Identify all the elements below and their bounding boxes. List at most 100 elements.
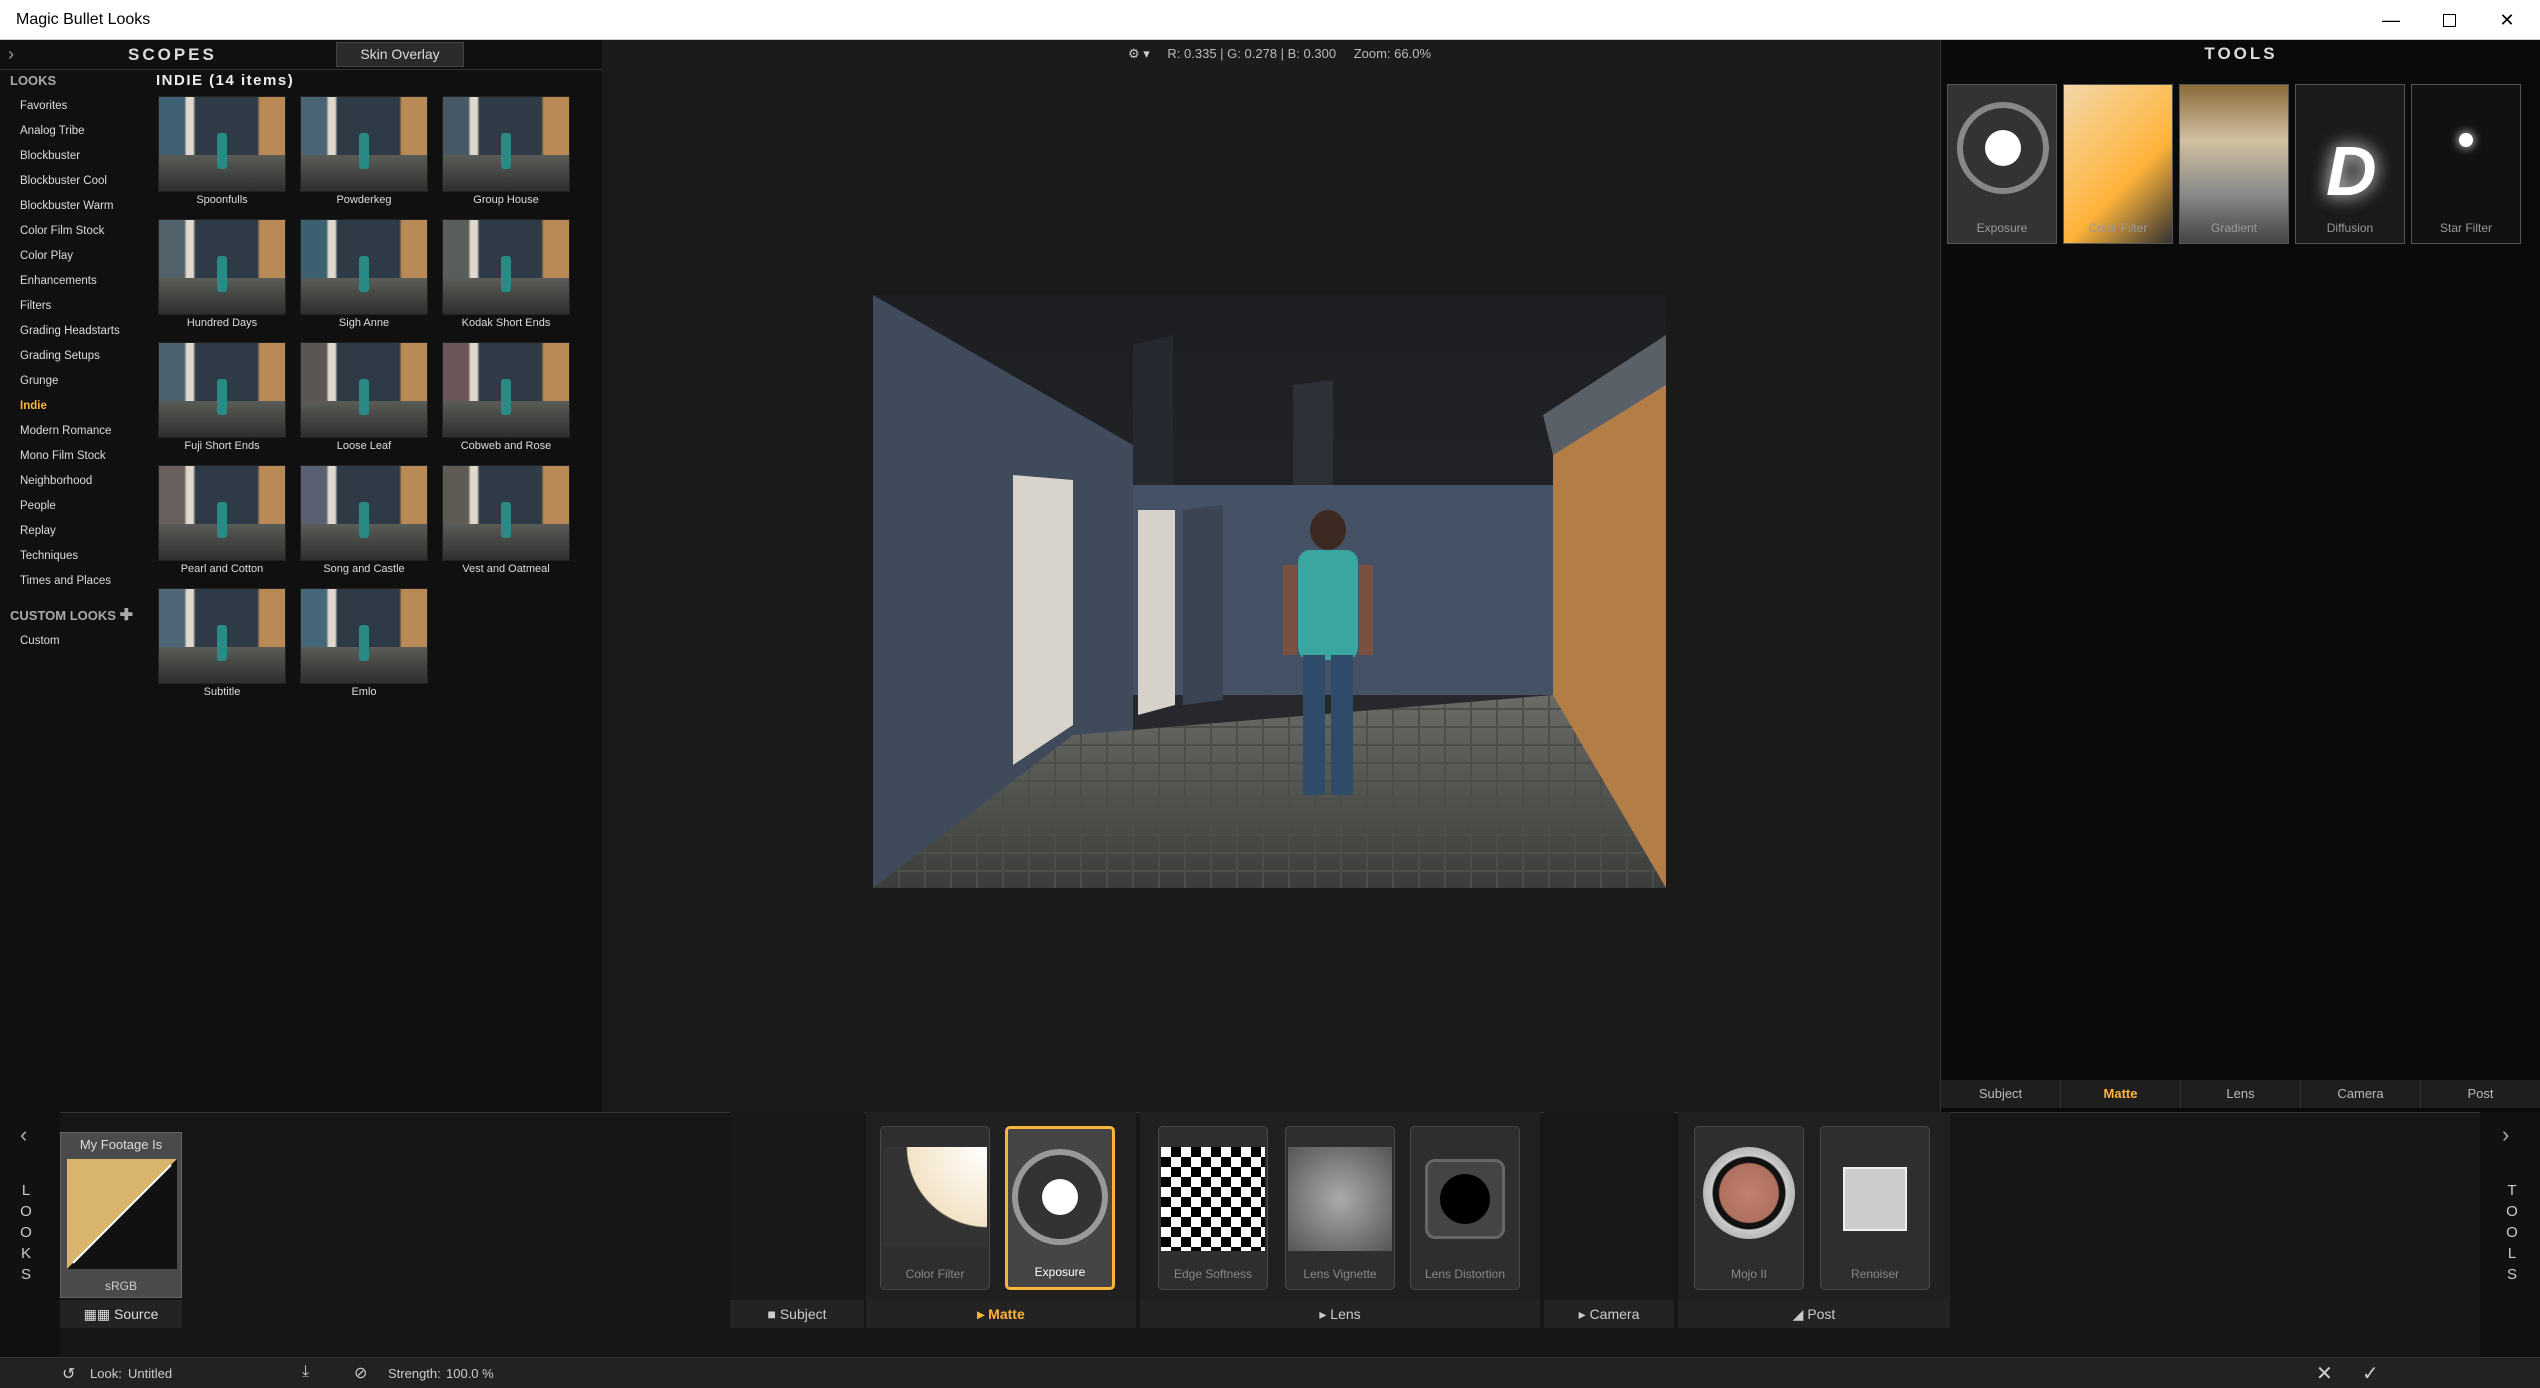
group-lens[interactable]: ▸ Lens [1140, 1300, 1540, 1328]
source-node[interactable]: My Footage Is sRGB [60, 1132, 182, 1298]
custom-looks-label: CUSTOM LOOKS [10, 608, 116, 623]
scopes-label[interactable]: SCOPES [128, 45, 217, 65]
minimize-button[interactable]: — [2362, 0, 2420, 40]
tools-sidebar[interactable]: › TOOLS [2480, 1112, 2540, 1357]
node-lens-distortion[interactable]: Lens Distortion [1410, 1126, 1520, 1290]
node-exposure[interactable]: Exposure [1005, 1126, 1115, 1290]
expand-scopes-icon[interactable]: › [8, 44, 14, 65]
tool-color-filter[interactable]: Color Filter [2063, 84, 2173, 244]
cancel-icon[interactable]: ✕ [2316, 1361, 2333, 1386]
category-item[interactable]: Replay [20, 525, 56, 537]
look-preview [442, 342, 570, 438]
category-item[interactable]: Times and Places [20, 575, 111, 587]
add-icon[interactable]: ✚ [120, 607, 133, 624]
tool-star-filter-label: Star Filter [2439, 221, 2492, 235]
look-thumbnail[interactable]: Pearl and Cotton [156, 439, 288, 575]
custom-looks-header[interactable]: CUSTOM LOOKS ✚ [10, 605, 133, 625]
category-item[interactable]: Color Play [20, 250, 73, 262]
group-post[interactable]: ◢ Post [1678, 1300, 1950, 1328]
look-preview [300, 588, 428, 684]
look-preview [300, 342, 428, 438]
tool-exposure[interactable]: Exposure [1947, 84, 2057, 244]
category-custom[interactable]: Custom [20, 635, 60, 647]
source-label: Source [114, 1306, 159, 1322]
category-item[interactable]: Favorites [20, 100, 67, 112]
mojo-icon [1703, 1147, 1795, 1239]
group-camera[interactable]: ▸ Camera [1544, 1300, 1674, 1328]
category-item[interactable]: Neighborhood [20, 475, 92, 487]
category-item[interactable]: Indie [20, 400, 47, 412]
gear-icon[interactable]: ⚙ ▾ [1128, 46, 1150, 62]
tab-subject[interactable]: Subject [1941, 1080, 2061, 1108]
look-thumbnail[interactable]: Group House [440, 70, 572, 206]
source-button[interactable]: ▦▦ Source [60, 1300, 182, 1328]
look-thumbnail[interactable]: Cobweb and Rose [440, 316, 572, 452]
look-thumbnail[interactable]: Loose Leaf [298, 316, 430, 452]
category-item[interactable]: Grunge [20, 375, 58, 387]
look-thumbnail[interactable]: Sigh Anne [298, 193, 430, 329]
source-title: My Footage Is [79, 1137, 163, 1152]
pixel-readout: ⚙ ▾ R: 0.335 | G: 0.278 | B: 0.300 Zoom:… [1128, 46, 1431, 62]
maximize-button[interactable] [2420, 0, 2478, 40]
tools-vertical-label: TOOLS [2506, 1182, 2518, 1283]
category-item[interactable]: Grading Headstarts [20, 325, 120, 337]
look-name[interactable]: Untitled [128, 1366, 172, 1381]
look-preview [158, 588, 286, 684]
category-item[interactable]: Techniques [20, 550, 78, 562]
look-thumbnail[interactable]: Subtitle [156, 562, 288, 698]
look-preview [442, 219, 570, 315]
category-item[interactable]: Grading Setups [20, 350, 100, 362]
category-item[interactable]: People [20, 500, 56, 512]
look-thumbnail[interactable]: Hundred Days [156, 193, 288, 329]
look-thumbnail[interactable]: Vest and Oatmeal [440, 439, 572, 575]
group-subject[interactable]: ■ Subject [730, 1300, 864, 1328]
node-mojo[interactable]: Mojo II [1694, 1126, 1804, 1290]
category-item[interactable]: Blockbuster Warm [20, 200, 114, 212]
chevron-left-icon[interactable]: ‹ [20, 1122, 27, 1148]
close-button[interactable]: ✕ [2478, 0, 2536, 40]
save-icon[interactable]: ⤓ [302, 1363, 309, 1381]
tool-diffusion[interactable]: D Diffusion [2295, 84, 2405, 244]
aperture-icon [1012, 1149, 1108, 1245]
status-bar: ↺ Look: Untitled ⤓ ⊘ Strength: 100.0 % ✕… [0, 1357, 2540, 1388]
tab-matte[interactable]: Matte [2061, 1080, 2181, 1108]
reset-icon[interactable]: ↺ [62, 1364, 75, 1384]
node-color-filter[interactable]: Color Filter [880, 1126, 990, 1290]
looks-sidebar[interactable]: ‹ LOOKS [0, 1112, 60, 1357]
category-item[interactable]: Color Film Stock [20, 225, 104, 237]
apply-icon[interactable]: ✓ [2362, 1361, 2379, 1386]
tool-star-filter[interactable]: Star Filter [2411, 84, 2521, 244]
category-item[interactable]: Blockbuster Cool [20, 175, 107, 187]
node-edge-softness[interactable]: Edge Softness [1158, 1126, 1268, 1290]
look-thumbnail[interactable]: Song and Castle [298, 439, 430, 575]
look-thumbnail[interactable]: Powderkeg [298, 70, 430, 206]
category-item[interactable]: Blockbuster [20, 150, 80, 162]
category-item[interactable]: Enhancements [20, 275, 97, 287]
camera-icon: ▸ [1578, 1306, 1590, 1322]
tool-gradient[interactable]: Gradient [2179, 84, 2289, 244]
category-item[interactable]: Analog Tribe [20, 125, 85, 137]
tab-camera[interactable]: Camera [2301, 1080, 2421, 1108]
look-name: Subtitle [203, 686, 241, 698]
looks-vertical-label: LOOKS [20, 1182, 32, 1283]
category-item[interactable]: Mono Film Stock [20, 450, 106, 462]
skin-overlay-button[interactable]: Skin Overlay [336, 42, 464, 67]
look-thumbnail[interactable]: Fuji Short Ends [156, 316, 288, 452]
node-renoiser[interactable]: Renoiser [1820, 1126, 1930, 1290]
category-item[interactable]: Filters [20, 300, 51, 312]
strength-value[interactable]: 100.0 % [446, 1366, 494, 1381]
tab-post[interactable]: Post [2421, 1080, 2540, 1108]
group-subject-label: Subject [779, 1306, 827, 1322]
app-window: Magic Bullet Looks — ✕ › SCOPES Skin Ove… [0, 0, 2540, 1388]
close-icon: ✕ [2499, 9, 2515, 30]
look-thumbnail[interactable]: Kodak Short Ends [440, 193, 572, 329]
look-name: Emlo [351, 686, 377, 698]
category-item[interactable]: Modern Romance [20, 425, 111, 437]
tab-lens[interactable]: Lens [2181, 1080, 2301, 1108]
look-thumbnail[interactable]: Emlo [298, 562, 430, 698]
looks-header: LOOKS [10, 73, 57, 88]
node-lens-vignette[interactable]: Lens Vignette [1285, 1126, 1395, 1290]
group-matte[interactable]: ▸ Matte [866, 1300, 1136, 1328]
chevron-right-icon[interactable]: › [2502, 1122, 2509, 1148]
look-thumbnail[interactable]: Spoonfulls [156, 70, 288, 206]
